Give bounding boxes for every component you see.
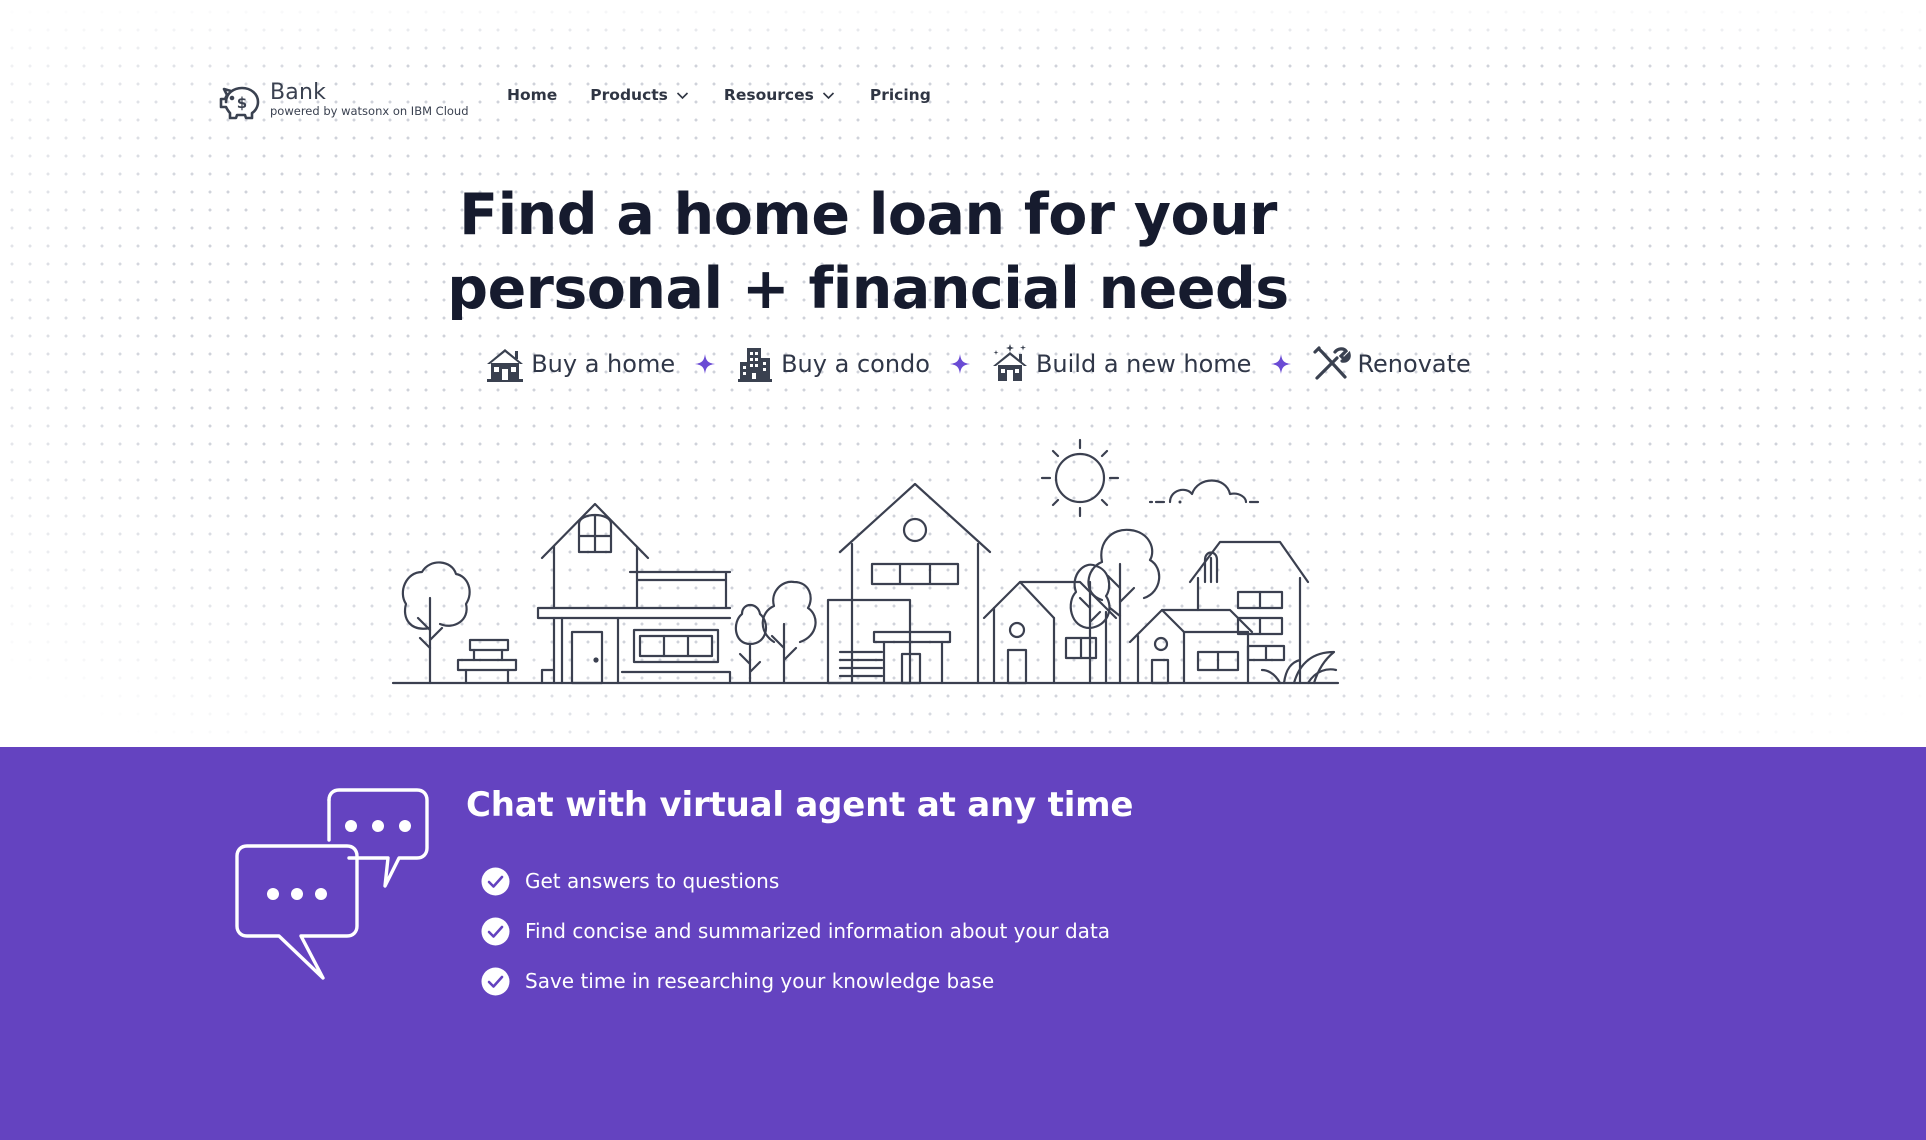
list-item: Save time in researching your knowledge … — [481, 956, 1110, 1006]
nav-pricing-label: Pricing — [869, 86, 931, 104]
category-build-new-home-label: Build a new home — [1035, 350, 1252, 378]
list-item: Find concise and summarized information … — [481, 906, 1110, 956]
checkmark-circle-icon — [481, 967, 510, 995]
headline-line-2: personal + financial needs — [447, 256, 1289, 322]
list-item: Get answers to questions — [481, 856, 1110, 906]
chevron-down-icon — [676, 91, 688, 99]
headline-line-1: Find a home loan for your — [459, 182, 1277, 248]
svg-text:$: $ — [237, 94, 247, 112]
nav-products[interactable]: Products — [590, 86, 689, 104]
category-buy-home-label: Buy a home — [531, 350, 676, 378]
nav-pricing[interactable]: Pricing — [870, 86, 931, 104]
piggy-bank-icon: $ — [219, 86, 260, 120]
chevron-down-icon — [822, 91, 834, 99]
new-home-icon — [992, 344, 1027, 381]
brand-logo[interactable]: $ Bank powered by watsonx on IBM Cloud — [218, 80, 469, 120]
feature-text: Find concise and summarized information … — [525, 919, 1111, 943]
nav-resources[interactable]: Resources — [724, 86, 835, 104]
house-icon — [487, 349, 524, 382]
category-renovate-label: Renovate — [1357, 350, 1471, 378]
feature-text: Get answers to questions — [525, 869, 780, 893]
feature-text: Save time in researching your knowledge … — [525, 969, 995, 993]
condo-building-icon — [738, 348, 773, 382]
sparkle-icon — [695, 354, 716, 374]
main-menu: Home Products Resources Pricing — [507, 86, 931, 104]
category-buy-condo-label: Buy a condo — [781, 350, 930, 378]
tools-icon — [1313, 346, 1352, 380]
category-buy-condo[interactable]: Buy a condo — [735, 344, 930, 384]
brand-tagline: powered by watsonx on IBM Cloud — [270, 104, 469, 118]
category-buy-home[interactable]: Buy a home — [485, 344, 675, 384]
top-nav: $ Bank powered by watsonx on IBM Cloud H… — [218, 78, 931, 122]
sparkle-icon — [1271, 354, 1292, 374]
feature-list: Get answers to questions Find concise an… — [481, 856, 1110, 1006]
nav-products-label: Products — [590, 86, 668, 104]
category-build-new-home[interactable]: Build a new home — [990, 344, 1251, 384]
checkmark-circle-icon — [481, 917, 510, 945]
brand-name: Bank — [270, 80, 327, 105]
neighborhood-illustration — [391, 438, 1340, 685]
checkmark-circle-icon — [481, 867, 510, 895]
nav-resources-label: Resources — [723, 86, 814, 104]
nav-home-label: Home — [507, 86, 558, 104]
category-renovate[interactable]: Renovate — [1311, 344, 1471, 384]
hero-headline: Find a home loan for your personal + fin… — [360, 178, 1376, 326]
loan-categories: Buy a home Buy a condo Build a new home … — [0, 344, 1926, 384]
sparkle-icon — [949, 354, 970, 374]
chat-bubbles-icon — [235, 788, 429, 980]
chat-section-title: Chat with virtual agent at any time — [466, 785, 1134, 825]
nav-home[interactable]: Home — [507, 86, 557, 104]
